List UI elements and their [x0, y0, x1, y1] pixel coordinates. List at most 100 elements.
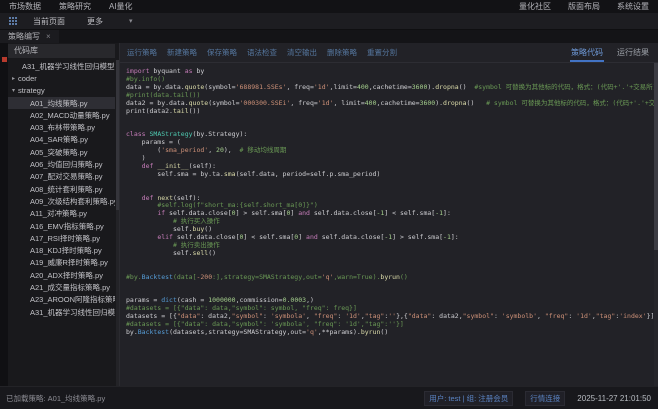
red-square-icon	[2, 57, 7, 62]
code-line	[126, 258, 648, 266]
tree-file[interactable]: A09_次级结构套利策略.py	[8, 195, 115, 207]
tree-file[interactable]: A07_配对交易策略.py	[8, 171, 115, 183]
code-line: print(data2.tail())	[126, 108, 648, 116]
tree-item-label: A06_均值回归策略.py	[30, 159, 103, 170]
apps-grid-icon[interactable]	[9, 17, 17, 25]
tree-file[interactable]: A08_统计套利策略.py	[8, 183, 115, 195]
tree-item-label: A03_布林带策略.py	[30, 122, 95, 133]
tree-folder[interactable]: ▸coder	[8, 72, 115, 84]
status-right: 用户: test | 组: 注册会员 行情连接 2025-11-27 21:01…	[424, 391, 658, 406]
sidebar-scrollbar[interactable]	[116, 60, 119, 386]
toolbar-button[interactable]: 保存策略	[207, 47, 237, 58]
tree-file[interactable]: A20_ADX择时策略.py	[8, 269, 115, 281]
panel-title: 代码库	[8, 44, 115, 58]
tree-file[interactable]: A11_对冲策略.py	[8, 208, 115, 220]
code-line: class SMAStrategy(by.Strategy):	[126, 131, 648, 139]
close-icon[interactable]: ×	[46, 32, 51, 41]
tree-item-label: coder	[18, 74, 37, 83]
code-line	[126, 115, 648, 123]
tree-file[interactable]: A31_机器学习线性回归模型策略.py	[8, 60, 115, 72]
code-lines: import byquant as by#by.info()data = by.…	[126, 68, 648, 337]
menubar-left: 市场数据 策略研究 AI量化	[0, 1, 133, 12]
code-line	[126, 281, 648, 289]
toolbar-button[interactable]: 重置分割	[367, 47, 397, 58]
more-menu[interactable]: 更多	[87, 16, 103, 27]
tree-item-label: A09_次级结构套利策略.py	[30, 196, 115, 207]
tree-item-label: A08_统计套利策略.py	[30, 184, 103, 195]
status-bar: 已加载策略: A01_均线策略.py 用户: test | 组: 注册会员 行情…	[0, 387, 658, 409]
app-window: 市场数据 策略研究 AI量化 量化社区 版面布局 系统设置 当前页面 更多 ▾ 策略编写…	[0, 0, 658, 409]
chevron-down-icon[interactable]: ▾	[129, 17, 133, 25]
tree-file[interactable]: A18_KDJ择时策略.py	[8, 244, 115, 256]
nav-bar: 当前页面 更多 ▾	[0, 13, 658, 30]
chevron-right-icon[interactable]: ▸	[12, 75, 15, 82]
tree-item-label: A07_配对交易策略.py	[30, 171, 103, 182]
code-editor[interactable]: import byquant as by#by.info()data = by.…	[120, 63, 658, 386]
current-page-label[interactable]: 当前页面	[33, 16, 65, 27]
tree-item-label: A11_对冲策略.py	[30, 208, 87, 219]
toolbar-button[interactable]: 运行策略	[127, 47, 157, 58]
view-tab[interactable]: 策略代码	[570, 47, 604, 62]
user-info-chip[interactable]: 用户: test | 组: 注册会员	[424, 391, 513, 406]
menu-item[interactable]: 系统设置	[617, 1, 649, 12]
page-tab-bar: 策略编写 ×	[0, 30, 658, 43]
tree-item-label: A05_突破策略.py	[30, 147, 88, 158]
tree-item-label: A31_机器学习线性回归模型策略.py	[22, 61, 115, 72]
status-datetime: 2025-11-27 21:01:50	[577, 394, 651, 403]
loaded-strategy-status: 已加载策略: A01_均线策略.py	[0, 393, 105, 404]
chevron-down-icon[interactable]: ▾	[12, 87, 15, 94]
tree-item-label: A17_RSI择时策略.py	[30, 233, 100, 244]
menu-item[interactable]: 市场数据	[9, 1, 41, 12]
tree-item-label: A04_SAR策略.py	[30, 134, 88, 145]
tree-folder[interactable]: ▾strategy	[8, 85, 115, 97]
tree-item-label: A19_威廉R择时策略.py	[30, 257, 108, 268]
code-line: self.sell()	[126, 250, 648, 258]
code-line: data = by.data.quote(symbol='688981.SSEs…	[126, 84, 648, 92]
toolbar-buttons: 运行策略新建策略保存策略语法检查清空输出删除策略重置分割	[127, 47, 407, 58]
tree-file[interactable]: A04_SAR策略.py	[8, 134, 115, 146]
code-line	[126, 179, 648, 187]
tree-file[interactable]: A03_布林带策略.py	[8, 121, 115, 133]
tree-item-label: A02_MACD动量策略.py	[30, 110, 110, 121]
tree-item-label: A20_ADX择时策略.py	[30, 270, 103, 281]
toolbar-button[interactable]: 语法检查	[247, 47, 277, 58]
main-region: 代码库 A31_机器学习线性回归模型策略.py▸coder▾strategyA0…	[0, 43, 658, 387]
code-line: ('sma_period', 20), # 移动均线周期	[126, 147, 648, 155]
tree-item-label: A16_EMV指标策略.py	[30, 221, 104, 232]
menu-item[interactable]: 量化社区	[519, 1, 551, 12]
tree-item-label: A01_均线策略.py	[30, 98, 88, 109]
tree-file[interactable]: A21_成交量指标策略.py	[8, 281, 115, 293]
menu-item[interactable]: 版面布局	[568, 1, 600, 12]
view-tabs: 策略代码运行结果	[570, 43, 658, 62]
menubar-right: 量化社区 版面布局 系统设置	[519, 1, 658, 12]
tree-item-label: A18_KDJ择时策略.py	[30, 245, 102, 256]
menu-item[interactable]: AI量化	[109, 1, 133, 12]
tab-label: 策略编写	[8, 31, 40, 42]
top-menubar: 市场数据 策略研究 AI量化 量化社区 版面布局 系统设置	[0, 0, 658, 13]
tree-file[interactable]: A01_均线策略.py	[8, 97, 115, 109]
tree-file[interactable]: A23_AROON阿隆指标策略.py	[8, 294, 115, 306]
toolbar-button[interactable]: 新建策略	[167, 47, 197, 58]
tree-file[interactable]: A16_EMV指标策略.py	[8, 220, 115, 232]
tree-file[interactable]: A17_RSI择时策略.py	[8, 232, 115, 244]
tree-file[interactable]: A06_均值回归策略.py	[8, 158, 115, 170]
tab-strategy-editor[interactable]: 策略编写 ×	[0, 30, 59, 43]
menu-item[interactable]: 策略研究	[59, 1, 91, 12]
tree-file[interactable]: A05_突破策略.py	[8, 146, 115, 158]
sidebar-strip	[0, 43, 8, 386]
view-tab[interactable]: 运行结果	[616, 47, 650, 62]
tree-file[interactable]: A31_机器学习线性回归模型策...	[8, 306, 115, 318]
tree-file[interactable]: A19_威廉R择时策略.py	[8, 257, 115, 269]
tree-item-label: strategy	[18, 86, 45, 95]
toolbar-button[interactable]: 删除策略	[327, 47, 357, 58]
code-line: #by.Backtest(data[-200:],strategy=SMAStr…	[126, 274, 648, 282]
code-library-sidebar: 代码库 A31_机器学习线性回归模型策略.py▸coder▾strategyA0…	[0, 43, 120, 386]
editor-panel: 运行策略新建策略保存策略语法检查清空输出删除策略重置分割 策略代码运行结果 im…	[120, 43, 658, 386]
editor-scrollbar[interactable]	[654, 63, 658, 386]
market-connection-chip[interactable]: 行情连接	[525, 391, 565, 406]
tree-item-label: A31_机器学习线性回归模型策...	[30, 307, 115, 318]
tree-file[interactable]: A02_MACD动量策略.py	[8, 109, 115, 121]
toolbar-button[interactable]: 清空输出	[287, 47, 317, 58]
editor-toolbar: 运行策略新建策略保存策略语法检查清空输出删除策略重置分割 策略代码运行结果	[120, 43, 658, 63]
code-line	[126, 187, 648, 195]
